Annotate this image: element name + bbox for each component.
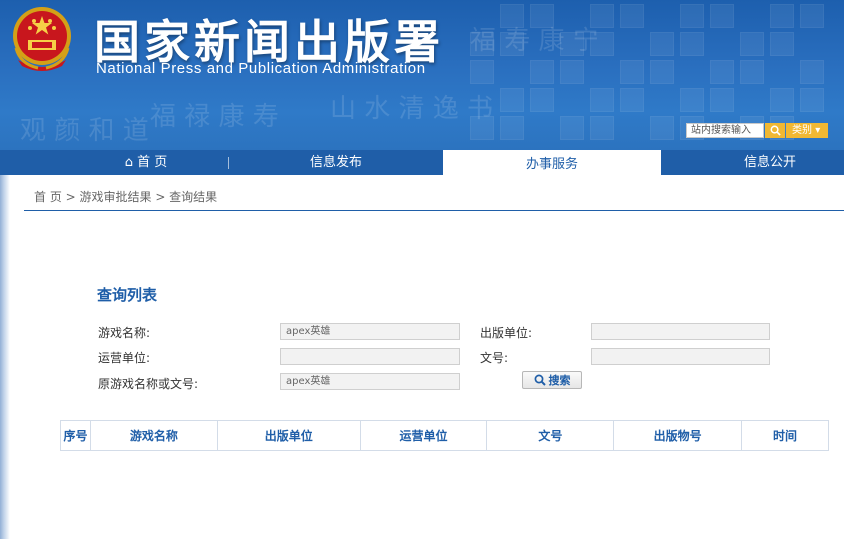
header-banner: 福 禄 康 寿 山 水 清 逸 书 福 寿 康 宁 观 颜 和 道 国家新闻出版…	[0, 0, 844, 150]
banner-tile	[680, 88, 704, 112]
national-emblem-icon	[13, 7, 71, 71]
caret-down-icon: ▾	[815, 125, 821, 136]
breadcrumb[interactable]: 首 页 > 游戏审批结果 > 查询结果	[34, 188, 217, 205]
results-table: 序号 游戏名称 出版单位 运营单位 文号 出版物号 时间	[60, 420, 829, 451]
left-decoration	[0, 175, 10, 539]
banner-tile	[710, 4, 734, 28]
banner-tile	[680, 4, 704, 28]
banner-tile	[590, 116, 614, 140]
site-title-english: National Press and Publication Administr…	[96, 60, 426, 77]
banner-tile	[560, 116, 584, 140]
operator-label: 运营单位:	[98, 351, 151, 365]
publisher-label: 出版单位:	[480, 326, 533, 340]
nav-divider	[228, 157, 229, 169]
column-header: 游戏名称	[89, 420, 218, 451]
banner-tile	[680, 32, 704, 56]
banner-tile	[500, 116, 524, 140]
banner-tile	[620, 4, 644, 28]
game-name-input[interactable]: apex英雄	[280, 323, 460, 340]
game-name-label: 游戏名称:	[98, 326, 151, 340]
banner-tile	[770, 4, 794, 28]
banner-tile	[530, 60, 554, 84]
banner-tile	[650, 60, 674, 84]
banner-tile	[770, 88, 794, 112]
column-header: 文号	[486, 420, 615, 451]
column-header: 序号	[60, 420, 91, 451]
page: 福 禄 康 寿 山 水 清 逸 书 福 寿 康 宁 观 颜 和 道 国家新闻出版…	[0, 0, 844, 539]
banner-tile	[710, 88, 734, 112]
home-icon: ⌂	[124, 155, 133, 170]
main-nav: ⌂ 首 页 信息发布 办事服务 信息公开	[0, 150, 844, 175]
doc-number-input[interactable]	[591, 348, 770, 365]
breadcrumb-divider	[24, 210, 844, 211]
banner-tile	[770, 32, 794, 56]
banner-tile	[800, 88, 824, 112]
category-dropdown[interactable]: 类别 ▾	[786, 123, 828, 138]
site-search-button[interactable]	[765, 123, 785, 138]
table-header-row: 序号 游戏名称 出版单位 运营单位 文号 出版物号 时间	[60, 420, 829, 451]
search-icon	[770, 125, 781, 136]
banner-tile	[530, 88, 554, 112]
banner-tile	[800, 60, 824, 84]
operator-input[interactable]	[280, 348, 460, 365]
banner-tile	[620, 60, 644, 84]
banner-tile	[740, 32, 764, 56]
nav-services[interactable]: 办事服务	[443, 150, 661, 175]
banner-tile	[740, 60, 764, 84]
banner-tile	[560, 60, 584, 84]
nav-home-label: 首 页	[137, 155, 168, 170]
original-name-label: 原游戏名称或文号:	[98, 377, 199, 391]
site-search-input[interactable]: 站内搜索输入	[686, 123, 764, 138]
publisher-input[interactable]	[591, 323, 770, 340]
nav-home[interactable]: ⌂ 首 页	[66, 150, 226, 175]
banner-tile	[650, 32, 674, 56]
category-label: 类别	[792, 125, 812, 136]
banner-tile	[710, 60, 734, 84]
query-list-title: 查询列表	[97, 286, 158, 304]
banner-tile	[650, 116, 674, 140]
banner-tile	[470, 60, 494, 84]
search-icon	[534, 374, 546, 386]
banner-tile	[620, 88, 644, 112]
nav-info-release[interactable]: 信息发布	[256, 150, 416, 175]
column-header: 运营单位	[359, 420, 488, 451]
column-header: 时间	[741, 420, 829, 451]
search-button-label: 搜索	[548, 374, 571, 387]
column-header: 出版物号	[613, 420, 743, 451]
search-button[interactable]: 搜索	[522, 371, 582, 389]
doc-number-label: 文号:	[480, 351, 509, 365]
nav-info-public[interactable]: 信息公开	[690, 150, 844, 175]
original-name-input[interactable]: apex英雄	[280, 373, 460, 390]
banner-tile	[590, 88, 614, 112]
banner-tile	[800, 4, 824, 28]
banner-tile	[500, 88, 524, 112]
column-header: 出版单位	[216, 420, 361, 451]
